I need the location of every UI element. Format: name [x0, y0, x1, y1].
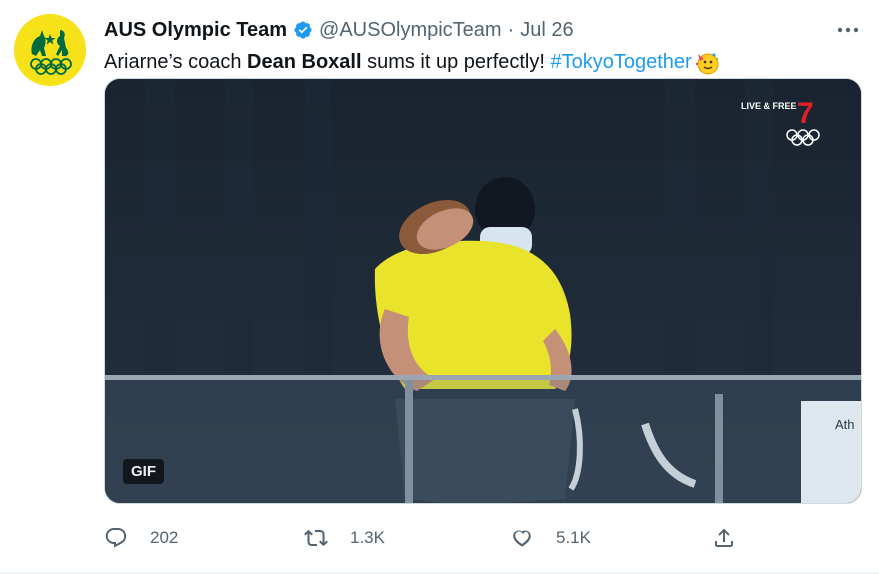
- broadcaster-badge: LIVE & FREE: [741, 101, 797, 111]
- tweet-card[interactable]: AUS Olympic Team @AUSOlympicTeam · Jul 2…: [0, 0, 879, 574]
- more-dots-icon[interactable]: [835, 18, 861, 42]
- gif-media[interactable]: Ath LIVE & FREE 7 GIF: [104, 78, 862, 504]
- tweet-text: Ariarne’s coach Dean Boxall sums it up p…: [104, 48, 720, 76]
- share-button[interactable]: [712, 520, 758, 556]
- verified-badge-icon: [293, 20, 313, 40]
- tweet-text-bold: Dean Boxall: [247, 51, 362, 73]
- reply-count: 202: [150, 528, 179, 547]
- reply-button[interactable]: 202: [104, 520, 178, 556]
- gif-badge: GIF: [123, 459, 164, 484]
- retweet-icon: [304, 529, 328, 547]
- hashtag-link[interactable]: #TokyoTogether: [551, 51, 692, 73]
- tweet-actions: 202 1.3K 5.1K: [104, 520, 864, 556]
- gif-frame-image: Ath LIVE & FREE 7: [105, 79, 861, 503]
- retweet-button[interactable]: 1.3K: [304, 520, 385, 556]
- retweet-count: 1.3K: [350, 528, 385, 547]
- account-handle[interactable]: @AUSOlympicTeam: [319, 19, 502, 42]
- aus-olympic-logo-icon: [14, 14, 86, 86]
- tweet-date[interactable]: Jul 26: [520, 19, 573, 42]
- heart-icon: [513, 530, 531, 547]
- reply-icon: [105, 528, 127, 548]
- like-count: 5.1K: [556, 528, 591, 547]
- avatar[interactable]: [14, 14, 86, 86]
- separator-dot: ·: [507, 18, 515, 41]
- share-icon: [715, 528, 733, 547]
- partial-sign-text: Ath: [835, 417, 855, 432]
- tweet-text-prefix: Ariarne’s coach: [104, 51, 248, 73]
- broadcaster-number: 7: [797, 97, 814, 130]
- tweet-header: AUS Olympic Team @AUSOlympicTeam · Jul 2…: [104, 16, 574, 44]
- tweet-text-suffix: sums it up perfectly!: [361, 51, 551, 73]
- like-button[interactable]: 5.1K: [510, 520, 591, 556]
- party-face-emoji-icon: [694, 50, 720, 76]
- display-name[interactable]: AUS Olympic Team: [104, 19, 287, 42]
